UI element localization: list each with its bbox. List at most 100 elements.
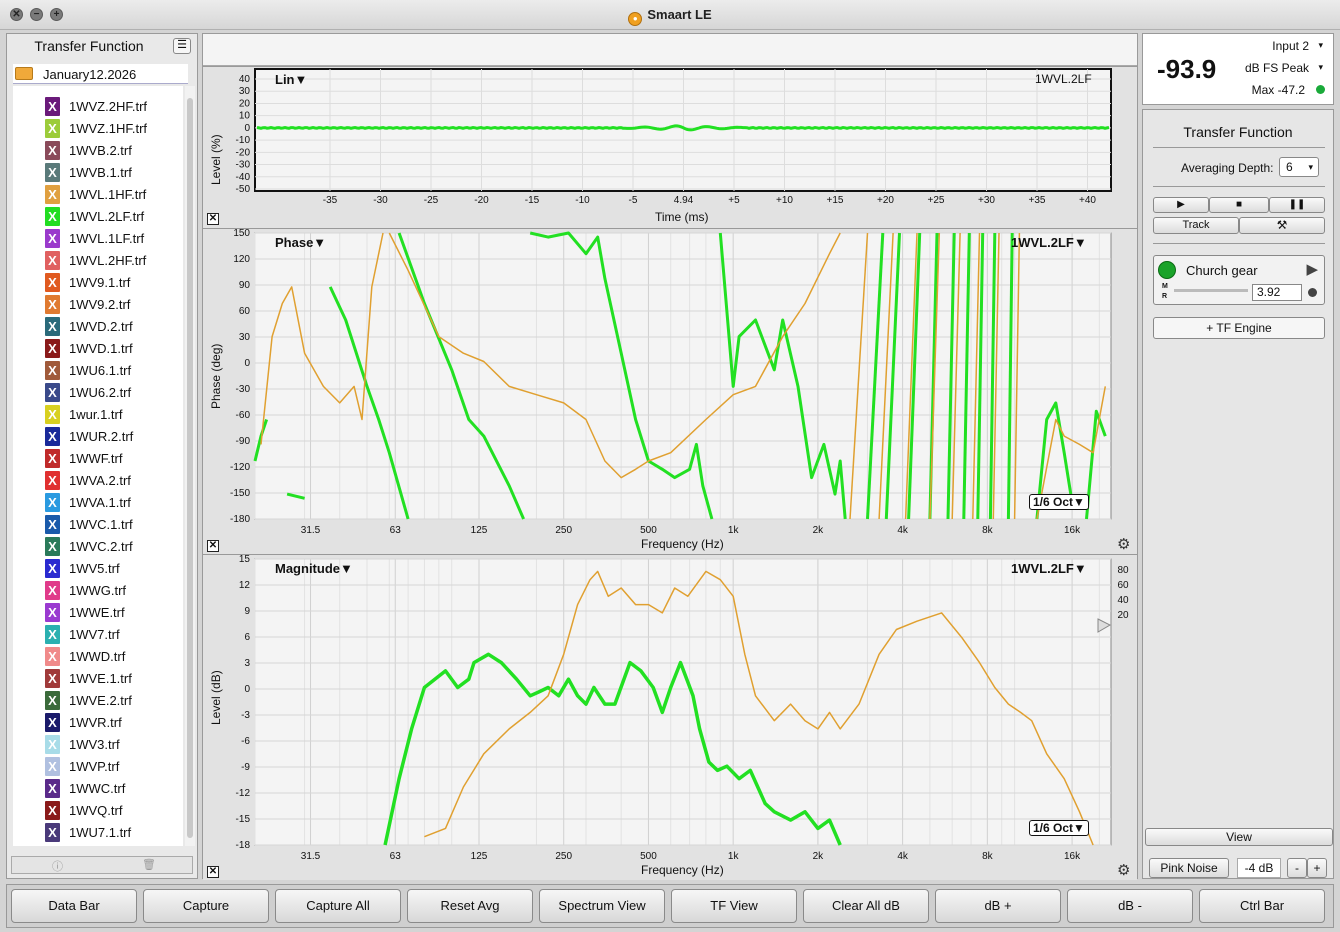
file-item[interactable]: X 1WVZ.1HF.trf: [13, 118, 183, 140]
stop-button[interactable]: ■: [1209, 197, 1269, 213]
file-item[interactable]: X 1WWD.trf: [13, 646, 183, 668]
file-item[interactable]: X 1WVR.trf: [13, 712, 183, 734]
track-button[interactable]: Track: [1153, 217, 1239, 234]
noise-up-button[interactable]: +: [1307, 858, 1327, 878]
file-item[interactable]: X 1WU6.2.trf: [13, 382, 183, 404]
chevron-down-icon[interactable]: ▾: [1318, 40, 1323, 51]
trf-file-icon: X: [45, 229, 60, 248]
phase-trace-label[interactable]: 1WVL.2LF▼: [1011, 235, 1087, 250]
impulse-chart[interactable]: 403020100-10-20-30-40-50-35 -30 -25 -20 -15-…: [203, 67, 1137, 229]
spectrum-view-button[interactable]: Spectrum View: [539, 889, 665, 923]
close-pane-button[interactable]: ✕: [207, 866, 219, 878]
file-item[interactable]: X 1WVC.2.trf: [13, 536, 183, 558]
trf-file-icon: X: [45, 449, 60, 468]
magnitude-title[interactable]: Magnitude▼: [275, 561, 353, 576]
file-name: 1WUR.2.trf: [69, 429, 134, 444]
tf-view-button[interactable]: TF View: [671, 889, 797, 923]
reset-avg-button[interactable]: Reset Avg: [407, 889, 533, 923]
db-button[interactable]: dB +: [935, 889, 1061, 923]
folder-row[interactable]: January12.2026: [13, 64, 188, 84]
add-tf-engine-button[interactable]: + TF Engine: [1153, 317, 1325, 339]
file-item[interactable]: X 1WVQ.trf: [13, 800, 183, 822]
file-item[interactable]: X 1WVL.1LF.trf: [13, 228, 183, 250]
file-item[interactable]: X 1WWG.trf: [13, 580, 183, 602]
magnitude-chart[interactable]: 31.5 63 125 250 500 1k 2k 4k 8k 16k15129630-3-6-9…: [203, 555, 1137, 881]
file-item[interactable]: X 1WV3.trf: [13, 734, 183, 756]
magnitude-y-label: Level (dB): [209, 670, 223, 725]
capture-button[interactable]: Capture: [143, 889, 269, 923]
close-pane-button[interactable]: ✕: [207, 213, 219, 225]
file-item[interactable]: X 1WVB.2.trf: [13, 140, 183, 162]
y-tick-label: -60: [236, 410, 251, 421]
ctrl-bar-button[interactable]: Ctrl Bar: [1199, 889, 1325, 923]
file-item[interactable]: X 1WV5.trf: [13, 558, 183, 580]
x-tick-label: 1k: [728, 525, 740, 536]
file-item[interactable]: X 1WVD.2.trf: [13, 316, 183, 338]
file-item[interactable]: X 1WWC.trf: [13, 778, 183, 800]
file-item[interactable]: X 1WU7.1.trf: [13, 822, 183, 844]
db-button[interactable]: dB -: [1067, 889, 1193, 923]
gear-icon[interactable]: ⚙: [1117, 861, 1130, 879]
panel-menu-button[interactable]: ☰: [173, 38, 191, 54]
view-button[interactable]: View: [1145, 828, 1333, 846]
x-tick-label: 4.94: [674, 195, 694, 206]
averaging-select[interactable]: 6 ▾: [1279, 157, 1319, 177]
phase-title[interactable]: Phase▼: [275, 235, 326, 250]
delay-field[interactable]: 3.92: [1252, 284, 1302, 301]
file-item[interactable]: X 1WV9.2.trf: [13, 294, 183, 316]
file-item[interactable]: X 1WVZ.2HF.trf: [13, 96, 183, 118]
file-item[interactable]: X 1WVL.2HF.trf: [13, 250, 183, 272]
file-item[interactable]: X 1WUR.2.trf: [13, 426, 183, 448]
x-tick-label: -30: [373, 195, 388, 206]
data-bar-button[interactable]: Data Bar: [11, 889, 137, 923]
file-item[interactable]: X 1WVE.1.trf: [13, 668, 183, 690]
pause-button[interactable]: ❚❚: [1269, 197, 1325, 213]
phase-smoothing-select[interactable]: 1/6 Oct▼: [1029, 494, 1089, 510]
file-item[interactable]: X 1WVB.1.trf: [13, 162, 183, 184]
phase-chart[interactable]: 31.5 63 125 250 500 1k 2k 4k 8k 16k 150 120 90 60 30 0 -…: [203, 229, 1137, 555]
info-icon[interactable]: ⓘ: [52, 858, 63, 874]
magnitude-trace-label[interactable]: 1WVL.2LF▼: [1011, 561, 1087, 576]
file-item[interactable]: X 1WWF.trf: [13, 448, 183, 470]
noise-level-field[interactable]: -4 dB: [1237, 858, 1281, 878]
measurement-card[interactable]: Church gear ▶ M R 3.92: [1153, 255, 1325, 305]
chevron-down-icon[interactable]: ▾: [1318, 62, 1323, 73]
trash-icon[interactable]: 🗑: [142, 858, 156, 871]
file-item[interactable]: X 1WWE.trf: [13, 602, 183, 624]
record-icon[interactable]: [1308, 288, 1317, 297]
capture-all-button[interactable]: Capture All: [275, 889, 401, 923]
tools-icon[interactable]: ⚒: [1239, 217, 1325, 234]
file-list-scrollbar[interactable]: [185, 86, 195, 846]
file-item[interactable]: X 1wur.1.trf: [13, 404, 183, 426]
file-item[interactable]: X 1WVA.2.trf: [13, 470, 183, 492]
status-indicator[interactable]: [1158, 261, 1176, 279]
noise-down-button[interactable]: -: [1287, 858, 1307, 878]
file-item[interactable]: X 1WV7.trf: [13, 624, 183, 646]
trf-file-icon: X: [45, 515, 60, 534]
scroll-thumb[interactable]: [187, 98, 193, 838]
trf-file-icon: X: [45, 559, 60, 578]
file-item[interactable]: X 1WVE.2.trf: [13, 690, 183, 712]
y-tick-label: 20: [239, 98, 251, 109]
impulse-title[interactable]: Lin▼: [275, 72, 307, 87]
file-item[interactable]: X 1WU6.1.trf: [13, 360, 183, 382]
meter-mode-select[interactable]: dB FS Peak: [1245, 61, 1309, 75]
file-item[interactable]: X 1WV9.1.trf: [13, 272, 183, 294]
play-button[interactable]: ▶: [1153, 197, 1209, 213]
input-select[interactable]: Input 2: [1272, 39, 1309, 53]
close-pane-button[interactable]: ✕: [207, 540, 219, 552]
file-item[interactable]: X 1WVC.1.trf: [13, 514, 183, 536]
play-arrow-icon[interactable]: ▶: [1306, 260, 1318, 278]
file-item[interactable]: X 1WVA.1.trf: [13, 492, 183, 514]
y-tick-label: 40: [239, 74, 251, 85]
y-tick-label: 30: [239, 86, 251, 97]
clear-all-db-button[interactable]: Clear All dB: [803, 889, 929, 923]
file-item[interactable]: X 1WVL.2LF.trf: [13, 206, 183, 228]
file-item[interactable]: X 1WVL.1HF.trf: [13, 184, 183, 206]
magnitude-smoothing-select[interactable]: 1/6 Oct▼: [1029, 820, 1089, 836]
x-tick-label: -35: [323, 195, 338, 206]
pink-noise-button[interactable]: Pink Noise: [1149, 858, 1229, 878]
file-item[interactable]: X 1WVP.trf: [13, 756, 183, 778]
gear-icon[interactable]: ⚙: [1117, 535, 1130, 553]
file-item[interactable]: X 1WVD.1.trf: [13, 338, 183, 360]
